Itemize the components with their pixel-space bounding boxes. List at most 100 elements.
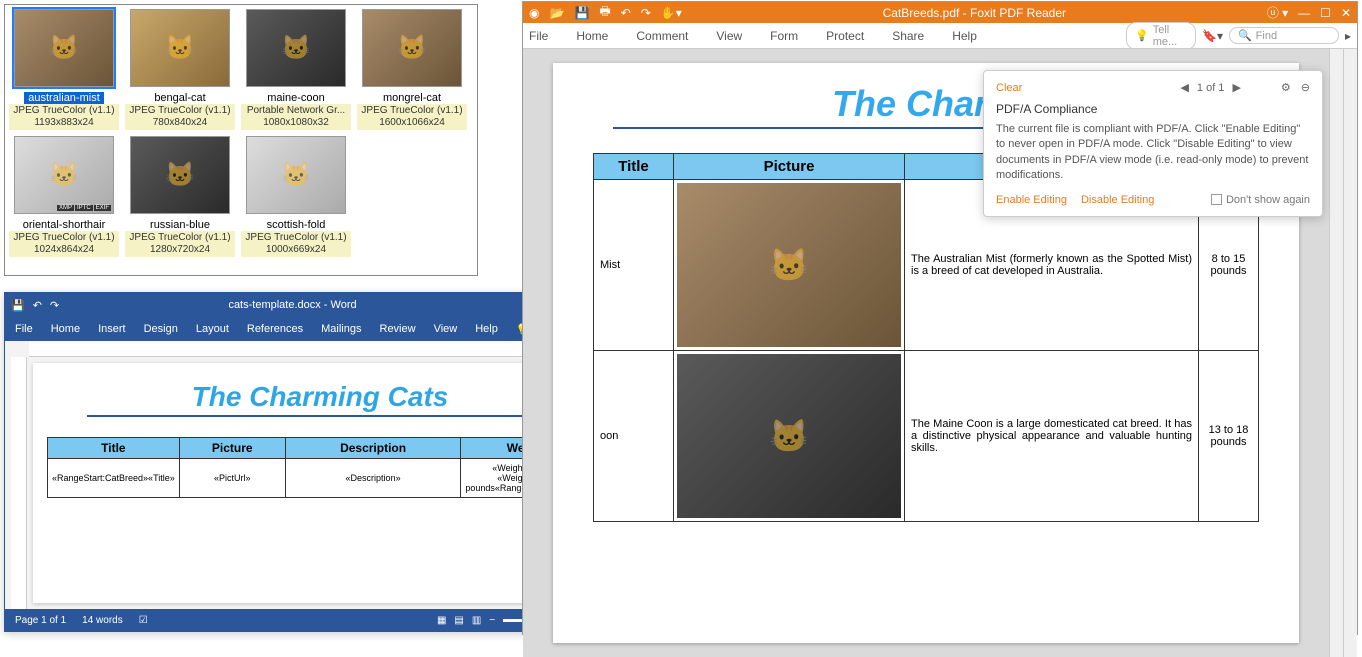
redo-icon[interactable]: ↷ [641,6,651,20]
thumb-image[interactable] [130,136,230,214]
menu-protect[interactable]: Protect [826,29,864,43]
thumb-mongrel-cat[interactable]: mongrel-cat JPEG TrueColor (v1.1) 1600x1… [357,9,467,130]
overflow-icon[interactable]: ▸ [1345,29,1351,43]
save-icon[interactable]: 💾 [574,6,589,20]
menu-view[interactable]: View [434,323,458,335]
menu-file[interactable]: File [15,323,33,335]
right-sidebar[interactable] [1343,49,1357,657]
menu-home[interactable]: Home [51,323,80,335]
menu-mailings[interactable]: Mailings [321,323,361,335]
page-indicator[interactable]: Page 1 of 1 [15,615,66,626]
menu-references[interactable]: References [247,323,303,335]
thumb-name: maine-coon [241,92,351,104]
col-description: Description [285,438,461,459]
thumbnail-grid: australian-mist JPEG TrueColor (v1.1) 11… [9,9,473,257]
clear-button[interactable]: Clear [996,82,1022,94]
menu-help[interactable]: Help [475,323,498,335]
menu-insert[interactable]: Insert [98,323,126,335]
thumb-meta: JPEG TrueColor (v1.1) 1193x883x24 [9,104,119,130]
view-web-icon[interactable]: ▥ [472,615,481,626]
undo-icon[interactable]: ↶ [621,6,631,20]
foxit-logo-icon[interactable]: ◉ [529,6,539,20]
thumb-scottish-fold[interactable]: scottish-fold JPEG TrueColor (v1.1) 1000… [241,136,351,257]
menu-home[interactable]: Home [576,29,608,43]
find-input[interactable]: 🔍 Find [1229,27,1339,44]
thumb-name: mongrel-cat [357,92,467,104]
thumb-image[interactable] [130,9,230,87]
cell-description: The Maine Coon is a large domesticated c… [905,351,1199,522]
menu-help[interactable]: Help [952,29,977,43]
template-row: «RangeStart:CatBreed»«Title» «PictUrl» «… [48,459,593,498]
notif-body: The current file is compliant with PDF/A… [996,122,1310,184]
tell-me-search[interactable]: 💡 Tell me... [1126,22,1196,50]
menu-review[interactable]: Review [380,323,416,335]
thumb-name: russian-blue [125,219,235,231]
vertical-scrollbar[interactable] [1329,49,1343,657]
menu-design[interactable]: Design [144,323,178,335]
menu-file[interactable]: File [529,29,548,43]
foxit-titlebar: ◉ 📂 💾 🖶 ↶ ↷ ✋▾ CatBreeds.pdf - Foxit PDF… [523,2,1357,23]
maximize-icon[interactable]: ☐ [1320,6,1331,20]
spellcheck-icon[interactable]: ☑ [139,615,148,626]
thumb-image[interactable] [362,9,462,87]
menu-form[interactable]: Form [770,29,798,43]
zoom-out-icon[interactable]: − [489,615,495,626]
prev-notif-icon[interactable]: ◀ [1180,81,1188,94]
foxit-window: ◉ 📂 💾 🖶 ↶ ↷ ✋▾ CatBreeds.pdf - Foxit PDF… [522,1,1358,635]
disable-editing-button[interactable]: Disable Editing [1081,194,1154,206]
enable-editing-button[interactable]: Enable Editing [996,194,1067,206]
user-icon[interactable]: ⓤ ▾ [1267,4,1288,21]
col-title: Title [48,438,180,459]
thumb-maine-coon[interactable]: maine-coon Portable Network Gr... 1080x1… [241,9,351,130]
cell-weight: 13 to 18 pounds [1199,351,1259,522]
menu-view[interactable]: View [716,29,742,43]
pdf-row-2: oon The Maine Coon is a large domesticat… [594,351,1259,522]
doc-heading: The Charming Cats [47,381,593,413]
dont-show-checkbox[interactable]: Don't show again [1211,194,1310,206]
word-count[interactable]: 14 words [82,615,123,626]
notification-panel: Clear ◀ 1 of 1 ▶ ⚙ ⊖ PDF/A Compliance Th… [983,70,1323,217]
word-page[interactable]: The Charming Cats Title Picture Descript… [33,363,607,603]
next-notif-icon[interactable]: ▶ [1232,81,1240,94]
menu-share[interactable]: Share [892,29,924,43]
view-print-icon[interactable]: ▤ [454,615,463,626]
close-icon[interactable]: ✕ [1341,6,1351,20]
thumb-badges: XMP IPTC EXIF [57,205,111,211]
minimize-icon[interactable]: — [1298,6,1310,20]
thumb-russian-blue[interactable]: russian-blue JPEG TrueColor (v1.1) 1280x… [125,136,235,257]
thumb-image[interactable] [246,136,346,214]
thumb-image[interactable] [246,9,346,87]
bookmarks-icon[interactable]: 🔖▾ [1202,29,1223,43]
print-icon[interactable]: 🖶 [599,2,610,23]
notif-title: PDF/A Compliance [996,102,1310,116]
thumb-australian-mist[interactable]: australian-mist JPEG TrueColor (v1.1) 11… [9,9,119,130]
redo-icon[interactable]: ↷ [50,299,59,312]
undo-icon[interactable]: ↶ [33,299,42,312]
col-picture: Picture [674,154,905,180]
view-readmode-icon[interactable]: ▦ [437,615,446,626]
image-browser-panel: australian-mist JPEG TrueColor (v1.1) 11… [4,4,478,276]
vertical-ruler[interactable] [11,357,27,609]
thumb-image[interactable]: XMP IPTC EXIF [14,136,114,214]
hand-tool-icon[interactable]: ✋▾ [661,6,682,20]
cell-description: «Description» [285,459,461,498]
gear-icon[interactable]: ⚙ [1281,81,1291,94]
cat-image [677,183,901,347]
thumb-meta: JPEG TrueColor (v1.1) 780x840x24 [125,104,235,130]
cell-picture [674,351,905,522]
collapse-icon[interactable]: ⊖ [1301,81,1310,94]
open-icon[interactable]: 📂 [549,6,564,20]
thumb-name: oriental-shorthair [9,219,119,231]
template-table: Title Picture Description Weight «RangeS… [47,437,593,498]
lightbulb-icon: 💡 [1135,29,1149,42]
thumb-bengal-cat[interactable]: bengal-cat JPEG TrueColor (v1.1) 780x840… [125,9,235,130]
menu-layout[interactable]: Layout [196,323,229,335]
thumb-image[interactable] [14,9,114,87]
menu-comment[interactable]: Comment [636,29,688,43]
thumb-oriental-shorthair[interactable]: XMP IPTC EXIF oriental-shorthair JPEG Tr… [9,136,119,257]
save-icon[interactable]: 💾 [11,299,25,312]
cell-title: «RangeStart:CatBreed»«Title» [48,459,180,498]
foxit-ribbon: File Home Comment View Form Protect Shar… [523,23,1357,49]
cell-picture [674,180,905,351]
checkbox-icon[interactable] [1211,194,1222,205]
